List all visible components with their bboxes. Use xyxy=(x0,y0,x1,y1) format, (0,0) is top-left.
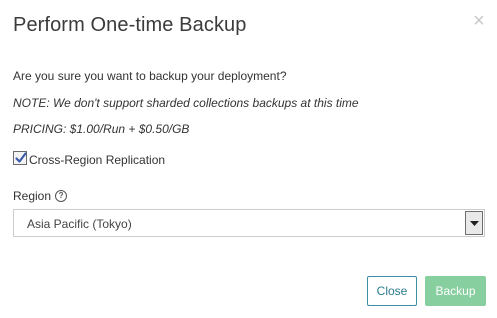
region-select-value: Asia Pacific (Tokyo) xyxy=(27,217,132,231)
cross-region-replication-label[interactable]: Cross-Region Replication xyxy=(29,149,165,167)
close-button[interactable]: Close xyxy=(367,276,417,306)
checkmark-icon xyxy=(15,152,27,163)
dropdown-arrow-icon[interactable] xyxy=(465,211,483,235)
region-label-row: Region ? xyxy=(13,189,68,203)
backup-button[interactable]: Backup xyxy=(425,276,486,306)
note-text: NOTE: We don't support sharded collectio… xyxy=(13,96,359,110)
question-circle-icon[interactable]: ? xyxy=(55,190,68,202)
region-select[interactable]: Asia Pacific (Tokyo) xyxy=(13,209,485,237)
pricing-text: PRICING: $1.00/Run + $0.50/GB xyxy=(13,122,190,136)
confirm-text: Are you sure you want to backup your dep… xyxy=(13,69,287,83)
cross-region-replication-checkbox[interactable] xyxy=(13,151,27,165)
region-label: Region xyxy=(13,189,52,203)
cross-region-replication-row[interactable]: Cross-Region Replication xyxy=(13,149,165,167)
modal-title: Perform One-time Backup xyxy=(13,14,247,36)
close-icon[interactable]: × xyxy=(470,11,488,31)
backup-modal: Perform One-time Backup × Are you sure y… xyxy=(0,0,497,318)
